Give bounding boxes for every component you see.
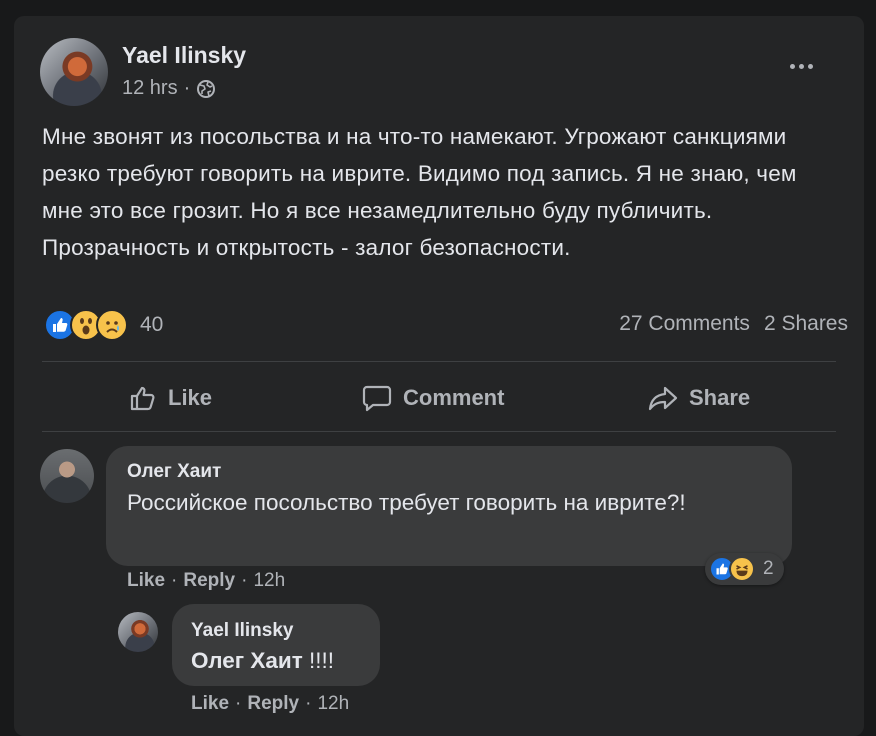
comment-time[interactable]: 12h [253, 570, 285, 592]
comment-author[interactable]: Олег Хаит [127, 461, 221, 483]
more-options-icon[interactable] [790, 56, 822, 76]
post-reactions[interactable]: 40 [44, 309, 163, 341]
comment-actions: Like · Reply · 12h [127, 570, 286, 592]
sad-icon [96, 309, 128, 341]
author-avatar[interactable] [40, 38, 108, 106]
comment-icon [362, 385, 392, 412]
reply-time[interactable]: 12h [317, 693, 349, 715]
reaction-count: 40 [140, 313, 164, 336]
like-label: Like [168, 385, 213, 410]
globe-icon [197, 79, 216, 98]
post-author-name[interactable]: Yael Ilinsky [122, 42, 246, 69]
commenter-avatar[interactable] [40, 449, 94, 503]
reply-reply-link[interactable]: Reply [247, 693, 299, 715]
post-stats: 27 Comments 2 Shares [619, 312, 848, 336]
shares-count[interactable]: 2 Shares [764, 312, 848, 336]
comment-reactions[interactable]: 2 [705, 553, 784, 585]
post-text: Мне звонят из посольства и на что-то нам… [42, 124, 804, 260]
thumbs-up-icon [130, 386, 155, 411]
comment-reply-link[interactable]: Reply [183, 570, 235, 592]
reply-text: Олег Хаит !!!! [191, 644, 334, 678]
share-button[interactable]: Share [647, 376, 750, 420]
comment-text: Российское посольство требует говорить н… [127, 490, 686, 515]
comment-like-link[interactable]: Like [127, 570, 165, 592]
divider [42, 361, 836, 362]
haha-icon [729, 556, 755, 582]
meta-separator: · [183, 77, 191, 99]
share-icon [648, 386, 678, 411]
like-button[interactable]: Like [128, 376, 212, 420]
reply-text-rest: !!!! [302, 648, 334, 673]
reply-mention[interactable]: Олег Хаит [191, 648, 303, 673]
divider [42, 431, 836, 432]
reply-actions: Like · Reply · 12h [191, 693, 350, 715]
reply-like-link[interactable]: Like [191, 693, 229, 715]
comments-count[interactable]: 27 Comments [619, 312, 750, 336]
post-meta: 12 hrs · [122, 77, 216, 100]
comment-button[interactable]: Comment [361, 376, 504, 420]
reply-author[interactable]: Yael Ilinsky [191, 620, 293, 642]
share-label: Share [689, 385, 751, 410]
replier-avatar[interactable] [118, 612, 158, 652]
comment-reaction-count: 2 [763, 558, 774, 579]
comment-label: Comment [403, 385, 505, 410]
post-timestamp[interactable]: 12 hrs [122, 77, 178, 100]
